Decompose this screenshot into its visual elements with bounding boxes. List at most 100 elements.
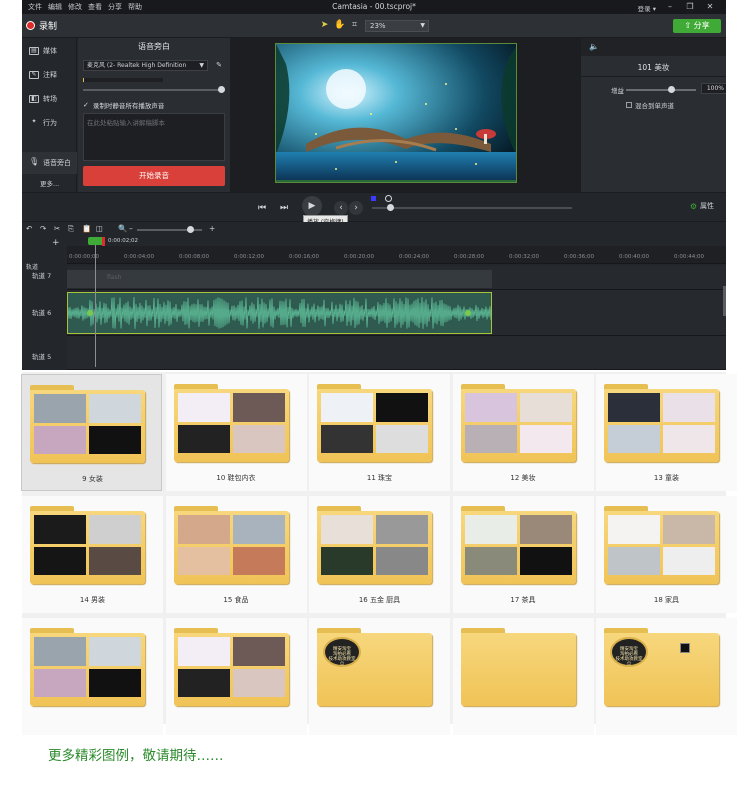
split-icon[interactable]: ◫: [96, 224, 103, 233]
sidebar-item-behaviors[interactable]: ✦ 行为: [22, 112, 77, 134]
zoom-select[interactable]: 23% ▼: [365, 20, 429, 32]
folder-item[interactable]: 12 美妆: [452, 374, 594, 491]
playhead-time: 0:00:02;02: [108, 238, 139, 244]
thumbnail-image: [34, 515, 86, 544]
menu-share[interactable]: 分享: [108, 2, 122, 12]
hand-icon[interactable]: ✋: [334, 20, 345, 31]
menu-help[interactable]: 帮助: [128, 2, 142, 12]
folder-item[interactable]: 15 食品: [165, 496, 307, 613]
timeline-zoom-knob[interactable]: [187, 226, 194, 233]
undo-icon[interactable]: ↶: [26, 224, 32, 233]
chevron-down-icon: ▼: [420, 22, 425, 29]
menu-edit[interactable]: 编辑: [48, 2, 62, 12]
folder-icon: [173, 628, 289, 706]
folder-item[interactable]: 精安淘宝 淘拍必看 技术助攻教室 ☺: [596, 618, 737, 735]
folder-item[interactable]: 13 童装: [596, 374, 737, 491]
frame-forward-icon[interactable]: ⏭: [277, 201, 291, 215]
track-header-7[interactable]: 轨道 7: [22, 270, 67, 280]
sidebar-more[interactable]: 更多...: [40, 178, 59, 188]
zoom-in-icon[interactable]: +: [209, 224, 215, 233]
timeline-scrollbar[interactable]: [723, 286, 726, 316]
thumbnail-image: [608, 393, 660, 422]
step-back-icon[interactable]: ⏮: [255, 201, 269, 215]
close-icon[interactable]: ✕: [704, 1, 716, 12]
folder-item[interactable]: [22, 618, 163, 735]
folder-item[interactable]: 11 珠宝: [309, 374, 450, 491]
thumbnail-image: [89, 546, 141, 575]
audio-point-handle[interactable]: [87, 310, 93, 316]
crop-icon[interactable]: ⌗: [349, 20, 360, 31]
mix-mono-checkbox[interactable]: 混合到单声道: [626, 100, 674, 110]
sidebar-item-voice-narration[interactable]: 🎙 语音旁白: [22, 152, 77, 174]
folder-item[interactable]: 18 家具: [596, 496, 737, 613]
sidebar-item-transitions[interactable]: ◧ 转场: [22, 88, 77, 110]
share-button[interactable]: ⇧ 分享: [673, 19, 721, 33]
timeline-zoom-slider[interactable]: [137, 226, 202, 233]
folder-icon: 精安淘宝 淘拍必看 技术助攻教室 ☺: [604, 628, 719, 706]
thumbnail-image: [321, 393, 373, 422]
microphone-select[interactable]: 麦克风 (2- Realtek High Definition ▼: [83, 60, 208, 71]
copy-icon[interactable]: ⎘: [68, 224, 74, 234]
cut-icon[interactable]: ✂: [54, 224, 60, 233]
folder-item[interactable]: 16 五金 厨具: [309, 496, 450, 613]
zoom-out-icon[interactable]: –: [129, 224, 133, 233]
folder-preview: [321, 393, 428, 453]
scrub-slider[interactable]: [372, 204, 572, 211]
menu-modify[interactable]: 修改: [68, 2, 82, 12]
volume-knob[interactable]: [218, 86, 225, 93]
minimize-icon[interactable]: –: [664, 1, 676, 12]
video-preview[interactable]: [275, 43, 517, 183]
login-link[interactable]: 登录 ▾: [638, 3, 656, 13]
sidebar-item-annotations[interactable]: ✎ 注释: [22, 64, 77, 86]
audio-properties-tab[interactable]: 🔈: [581, 38, 726, 56]
folder-item[interactable]: 精安淘宝 淘拍必看 技术助攻教室 ☺: [309, 618, 450, 735]
folder-item[interactable]: [165, 618, 307, 735]
volume-slider[interactable]: [83, 86, 225, 93]
mute-playback-checkbox[interactable]: ✓ 录制时静音所有播放声音: [83, 100, 164, 110]
playhead-out-marker[interactable]: [102, 237, 105, 246]
properties-button[interactable]: ⚙ 属性: [690, 201, 714, 211]
start-recording-button[interactable]: 开始录音: [83, 166, 225, 186]
logo-badge: 精安淘宝 淘拍必看 技术助攻教室 ☺: [610, 637, 648, 667]
thumbnail-image: [376, 546, 428, 575]
prev-marker-icon[interactable]: ‹: [334, 201, 348, 215]
menu-view[interactable]: 查看: [88, 2, 102, 12]
mic-settings-icon[interactable]: ✎: [213, 60, 225, 71]
track-header-5[interactable]: 轨道 5: [22, 351, 67, 361]
folder-item[interactable]: 10 鞋包内衣: [165, 374, 307, 491]
scrub-handle[interactable]: [385, 195, 392, 202]
folder-item[interactable]: 9 女装: [21, 374, 162, 491]
restore-icon[interactable]: ❐: [684, 1, 696, 12]
menu-file[interactable]: 文件: [28, 2, 42, 12]
add-track-icon[interactable]: +: [52, 238, 60, 248]
audio-point-handle[interactable]: [465, 310, 471, 316]
gain-value-field[interactable]: 100%: [701, 83, 726, 94]
audio-clip[interactable]: [67, 292, 492, 334]
thumbnail-image: [177, 637, 230, 666]
folder-body: [317, 511, 432, 584]
sidebar-item-label: 语音旁白: [43, 159, 71, 167]
next-marker-icon[interactable]: ›: [349, 201, 363, 215]
redo-icon[interactable]: ↷: [40, 224, 46, 233]
folder-item[interactable]: 17 茶具: [452, 496, 594, 613]
track-header-6[interactable]: 轨道 6: [22, 307, 67, 317]
playback-bar: ⏮ ⏭ ▶ ‹ › ⚙ 属性 播放 (空格键): [22, 192, 726, 228]
folder-item[interactable]: [452, 618, 594, 735]
fantasy-forest-scene: [276, 44, 516, 182]
sidebar-item-media[interactable]: ▤ 媒体: [22, 40, 77, 62]
script-textarea[interactable]: 在此处粘贴输入讲解稿脚本: [83, 113, 225, 161]
pointer-icon[interactable]: ➤: [319, 20, 330, 31]
paste-icon[interactable]: 📋: [82, 224, 91, 233]
folder-body: [317, 389, 432, 462]
gain-knob[interactable]: [668, 86, 675, 93]
folder-item[interactable]: 14 男装: [22, 496, 163, 613]
record-button[interactable]: 录制: [26, 19, 57, 32]
thumbnail-image: [232, 515, 285, 544]
scrub-knob[interactable]: [387, 204, 394, 211]
check-icon: ✓: [83, 101, 89, 109]
timeline-ruler[interactable]: 0:00:00;00 0:00:04;00 0:00:08;00 0:00:12…: [67, 246, 726, 264]
gain-slider[interactable]: [626, 86, 696, 93]
track-header-area: +: [22, 236, 67, 264]
play-icon[interactable]: ▶: [302, 196, 322, 216]
video-clip[interactable]: flash: [67, 270, 492, 288]
